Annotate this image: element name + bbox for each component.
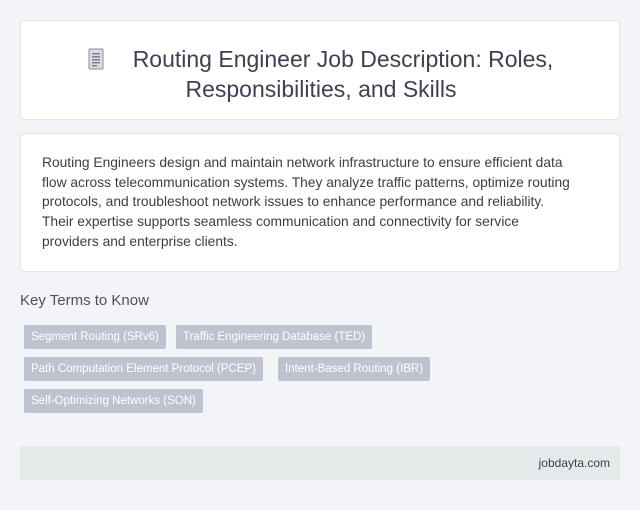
description-line: providers and enterprise clients. bbox=[42, 234, 238, 249]
description-card: Routing Engineers design and maintain ne… bbox=[20, 133, 620, 272]
description-line: Routing Engineers design and maintain ne… bbox=[42, 155, 563, 170]
key-term-tag[interactable]: Traffic Engineering Database (TED) bbox=[176, 325, 373, 349]
title-card: Routing Engineer Job Description: Roles,… bbox=[20, 20, 620, 120]
key-term-tag[interactable]: Intent-Based Routing (IBR) bbox=[278, 357, 431, 381]
key-term-tag[interactable]: Path Computation Element Protocol (PCEP) bbox=[24, 357, 263, 381]
page-title-line-2: Responsibilities, and Skills bbox=[185, 76, 457, 102]
key-term-tag[interactable]: Self-Optimizing Networks (SON) bbox=[24, 389, 203, 413]
description-line: protocols, and troubleshoot network issu… bbox=[42, 194, 545, 209]
footer-site-link[interactable]: jobdayta.com bbox=[539, 456, 610, 470]
description-line: flow across telecommunication systems. T… bbox=[42, 175, 570, 190]
page-title-line-1: Routing Engineer Job Description: Roles, bbox=[132, 46, 554, 72]
key-term-tag[interactable]: Segment Routing (SRv6) bbox=[24, 325, 166, 349]
page: Routing Engineer Job Description: Roles,… bbox=[0, 0, 640, 510]
key-terms-heading: Key Terms to Know bbox=[20, 292, 149, 309]
footer: jobdayta.com bbox=[20, 446, 620, 480]
description-line: Their expertise supports seamless commun… bbox=[42, 214, 519, 229]
